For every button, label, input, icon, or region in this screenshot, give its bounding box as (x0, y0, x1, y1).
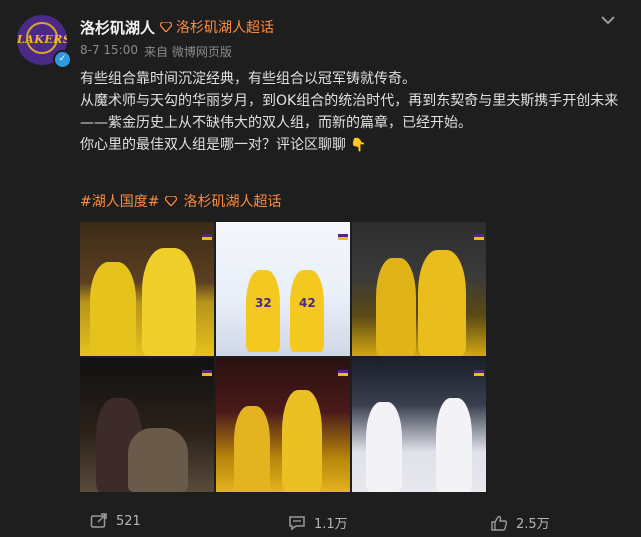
post-meta: 8-7 15:00 来自 微博网页版 (80, 43, 232, 60)
verified-badge-icon: ✓ (53, 50, 72, 69)
photo-wilt-west[interactable] (80, 358, 214, 492)
player-figure (366, 402, 402, 492)
post-line-1: 有些组合靠时间沉淀经典，有些组合以冠军铸就传奇。 (80, 71, 416, 87)
player-figure (234, 406, 270, 492)
player-figure (282, 390, 322, 492)
thumbs-up-icon (491, 515, 508, 531)
photo-doncic-reaves[interactable] (352, 358, 486, 492)
repost-count: 521 (116, 513, 141, 529)
photo-32-42[interactable]: 32 42 (216, 222, 350, 356)
photo-magic-kareem[interactable] (80, 222, 214, 356)
player-figure (376, 258, 416, 356)
post-source: 来自 微博网页版 (144, 45, 232, 59)
player-figure (142, 248, 196, 356)
comment-icon (289, 515, 305, 530)
like-button[interactable]: 2.5万 (490, 513, 550, 532)
hashtag-link[interactable]: #湖人国度# (80, 191, 159, 211)
comment-button[interactable]: 1.1万 (288, 513, 348, 532)
photo-ok-combo[interactable] (352, 222, 486, 356)
post-line-3: 你心里的最佳双人组是哪一对？评论区聊聊 👇 (80, 134, 620, 157)
chevron-down-icon[interactable] (600, 14, 616, 26)
lakers-flag-icon (474, 370, 484, 376)
diamond-icon (165, 196, 178, 206)
photo-kobe-gasol[interactable] (216, 358, 350, 492)
timestamp[interactable]: 8-7 15:00 (80, 43, 138, 60)
post-body: 有些组合靠时间沉淀经典，有些组合以冠军铸就传奇。 从魔术师与天勾的华丽岁月，到O… (80, 68, 620, 157)
player-figure (246, 270, 280, 352)
image-grid: 32 42 (80, 222, 486, 492)
lakers-flag-icon (338, 234, 348, 240)
username[interactable]: 洛杉矶湖人 (80, 17, 155, 38)
player-figure (290, 270, 324, 352)
lakers-flag-icon (338, 370, 348, 376)
player-figure (418, 250, 466, 356)
post-line-2: 从魔术师与天勾的华丽岁月，到OK组合的统治时代，再到东契奇与里夫斯携手开创未来—… (80, 93, 619, 131)
pointing-down-emoji-icon: 👇 (350, 138, 367, 153)
comment-count: 1.1万 (314, 517, 348, 532)
diamond-icon (160, 22, 172, 32)
player-figure (436, 398, 472, 492)
repost-button[interactable]: 521 (90, 513, 141, 529)
lakers-flag-icon (202, 370, 212, 376)
player-figure (128, 428, 188, 492)
repost-icon (90, 513, 107, 528)
lakers-flag-icon (474, 234, 484, 240)
tags-row: #湖人国度# 洛杉矶湖人超话 (80, 191, 281, 211)
supertopic-tag-link[interactable]: 洛杉矶湖人超话 (183, 191, 281, 211)
action-bar: 521 1.1万 2.5万 (0, 505, 641, 537)
supertopic-link[interactable]: 洛杉矶湖人超话 (160, 17, 274, 37)
supertopic-label: 洛杉矶湖人超话 (176, 20, 274, 36)
like-count: 2.5万 (516, 517, 550, 532)
player-figure (90, 262, 136, 356)
lakers-flag-icon (202, 234, 212, 240)
post-line-3-text: 你心里的最佳双人组是哪一对？评论区聊聊 (80, 137, 346, 153)
lakers-logo-text: LAKERS (17, 33, 67, 46)
jersey-number-32: 32 (255, 296, 272, 310)
jersey-number-42: 42 (299, 296, 316, 310)
